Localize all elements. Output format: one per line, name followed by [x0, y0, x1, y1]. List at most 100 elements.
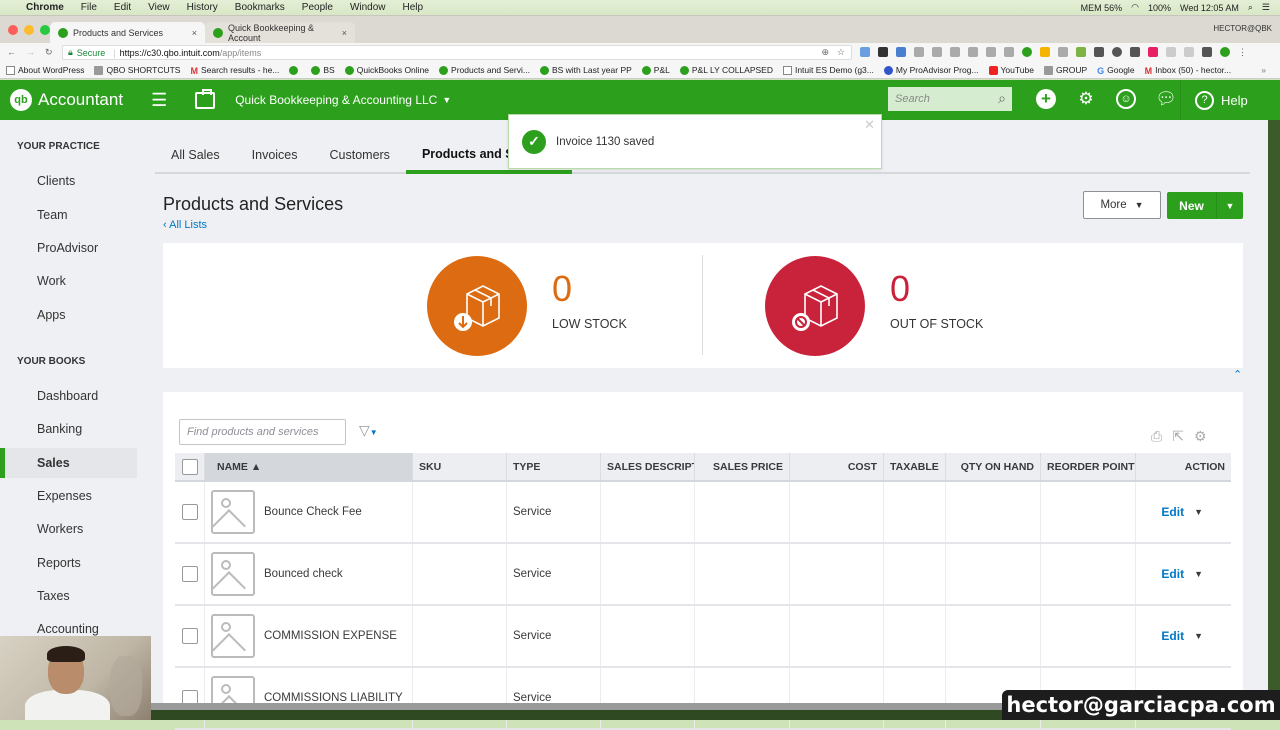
company-switcher[interactable]: Quick Bookkeeping & Accounting LLC ▼	[235, 93, 451, 107]
bookmark[interactable]: P&L LY COLLAPSED	[679, 65, 773, 75]
bookmark[interactable]: GROUP	[1043, 65, 1087, 75]
accountant-logo[interactable]: qb Accountant	[10, 89, 123, 111]
bookmark[interactable]: QuickBooks Online	[344, 65, 429, 75]
profile-name[interactable]: HECTOR@QBK	[1213, 24, 1272, 33]
tab-customers[interactable]: Customers	[314, 138, 406, 172]
new-dropdown-caret-icon[interactable]: ▼	[1217, 192, 1243, 219]
column-header-reorder-point[interactable]: REORDER POINT	[1041, 453, 1136, 480]
menu-bookmarks[interactable]: Bookmarks	[235, 2, 285, 13]
extension-icon[interactable]	[1148, 47, 1158, 57]
edit-link[interactable]: Edit	[1161, 567, 1184, 581]
chat-icon[interactable]: 💬︎	[1155, 89, 1177, 109]
sidebar-item-work[interactable]: Work	[0, 266, 137, 296]
edit-link[interactable]: Edit	[1161, 629, 1184, 643]
extension-icon[interactable]	[986, 47, 996, 57]
action-dropdown-caret-icon[interactable]: ▼	[1194, 507, 1203, 517]
column-header-qty-on-hand[interactable]: QTY ON HAND	[946, 453, 1041, 480]
sidebar-item-taxes[interactable]: Taxes	[0, 581, 137, 611]
bookmark[interactable]: My ProAdvisor Prog...	[883, 65, 979, 75]
menu-view[interactable]: View	[148, 2, 170, 13]
browser-tab-products[interactable]: Products and Services ×	[50, 22, 205, 44]
extension-icon[interactable]	[1004, 47, 1014, 57]
low-stock-filter[interactable]	[427, 256, 527, 356]
forward-icon[interactable]: →	[26, 47, 35, 58]
browser-tab-company[interactable]: Quick Bookkeeping & Account ×	[205, 22, 355, 44]
maximize-window-button[interactable]	[40, 25, 50, 35]
item-name[interactable]: COMMISSION EXPENSE	[264, 630, 397, 642]
column-header-sku[interactable]: SKU	[413, 453, 507, 480]
sidebar-item-sales[interactable]: Sales	[0, 448, 137, 478]
bookmark-star-icon[interactable]: ☆	[837, 47, 845, 58]
search-icon[interactable]: ⌕	[998, 90, 1006, 107]
zoom-icon[interactable]: ⊕	[821, 47, 829, 58]
more-bookmarks-icon[interactable]: »	[1261, 65, 1266, 75]
column-header-sales-price[interactable]: SALES PRICE	[695, 453, 790, 480]
close-tab-icon[interactable]: ×	[192, 28, 197, 38]
column-header-type[interactable]: TYPE	[507, 453, 601, 480]
extension-icon[interactable]	[896, 47, 906, 57]
close-window-button[interactable]	[8, 25, 18, 35]
hamburger-menu-icon[interactable]: ☰	[151, 90, 167, 111]
sidebar-item-apps[interactable]: Apps	[0, 300, 137, 330]
tab-all-sales[interactable]: All Sales	[155, 138, 236, 172]
bookmark[interactable]: Intuit ES Demo (g3...	[782, 65, 874, 75]
notification-center-icon[interactable]: ☰	[1262, 2, 1270, 13]
help-button[interactable]: ? Help	[1180, 80, 1248, 120]
wifi-icon[interactable]: ◠	[1131, 2, 1139, 13]
menu-app[interactable]: Chrome	[26, 2, 64, 13]
extension-icon[interactable]	[1040, 47, 1050, 57]
sidebar-item-proadvisor[interactable]: ProAdvisor	[0, 233, 137, 263]
all-lists-link[interactable]: ‹ All Lists	[163, 219, 207, 231]
sidebar-item-dashboard[interactable]: Dashboard	[0, 381, 137, 411]
menu-history[interactable]: History	[187, 2, 218, 13]
briefcase-icon[interactable]	[195, 88, 216, 109]
out-of-stock-filter[interactable]	[765, 256, 865, 356]
edit-link[interactable]: Edit	[1161, 505, 1184, 519]
bookmark[interactable]: P&L	[641, 65, 670, 75]
extension-icon[interactable]	[968, 47, 978, 57]
bookmark[interactable]: YouTube	[988, 65, 1034, 75]
find-products-input[interactable]: Find products and services	[179, 419, 346, 445]
row-checkbox[interactable]	[181, 566, 198, 582]
sidebar-item-clients[interactable]: Clients	[0, 166, 137, 196]
extension-icon[interactable]	[1184, 47, 1194, 57]
sidebar-item-banking[interactable]: Banking	[0, 414, 137, 444]
menu-file[interactable]: File	[81, 2, 97, 13]
global-search-input[interactable]: Search ⌕	[888, 87, 1012, 111]
column-header-name[interactable]: NAME ▲	[205, 453, 413, 480]
extension-icon[interactable]	[1058, 47, 1068, 57]
extension-icon[interactable]	[1220, 47, 1230, 57]
column-header-cost[interactable]: COST	[790, 453, 884, 480]
settings-gear-icon[interactable]: ⚙	[1194, 428, 1207, 445]
extension-icon[interactable]	[1130, 47, 1140, 57]
new-button[interactable]: New ▼	[1167, 192, 1243, 219]
bookmark[interactable]: BS	[311, 65, 335, 75]
user-profile-icon[interactable]: ☺	[1116, 89, 1136, 109]
create-plus-icon[interactable]: +	[1036, 89, 1056, 109]
extension-icon[interactable]	[878, 47, 888, 57]
sidebar-item-workers[interactable]: Workers	[0, 514, 137, 544]
row-checkbox[interactable]	[181, 504, 198, 520]
item-name[interactable]: Bounce Check Fee	[264, 506, 362, 518]
filter-button[interactable]: ▽▼	[359, 422, 378, 439]
bookmark[interactable]: M Search results - he...	[190, 65, 279, 76]
spotlight-icon[interactable]: ⌕	[1248, 2, 1253, 13]
extension-icon[interactable]	[932, 47, 942, 57]
select-all-checkbox[interactable]	[181, 458, 198, 475]
chrome-menu-icon[interactable]: ⋮	[1238, 47, 1248, 57]
close-tab-icon[interactable]: ×	[342, 28, 347, 38]
export-icon[interactable]: ⇱	[1172, 428, 1184, 445]
extension-icon[interactable]	[1166, 47, 1176, 57]
extension-icon[interactable]	[1022, 47, 1032, 57]
tab-invoices[interactable]: Invoices	[236, 138, 314, 172]
action-dropdown-caret-icon[interactable]: ▼	[1194, 631, 1203, 641]
extension-icon[interactable]	[1112, 47, 1122, 57]
clock[interactable]: Wed 12:05 AM	[1180, 3, 1239, 13]
extension-icon[interactable]	[860, 47, 870, 57]
print-icon[interactable]: ⎙	[1151, 428, 1162, 445]
extension-icon[interactable]	[950, 47, 960, 57]
extension-icon[interactable]	[914, 47, 924, 57]
extension-icon[interactable]	[1076, 47, 1086, 57]
close-icon[interactable]: ✕	[864, 117, 875, 133]
extension-icon[interactable]	[1202, 47, 1212, 57]
